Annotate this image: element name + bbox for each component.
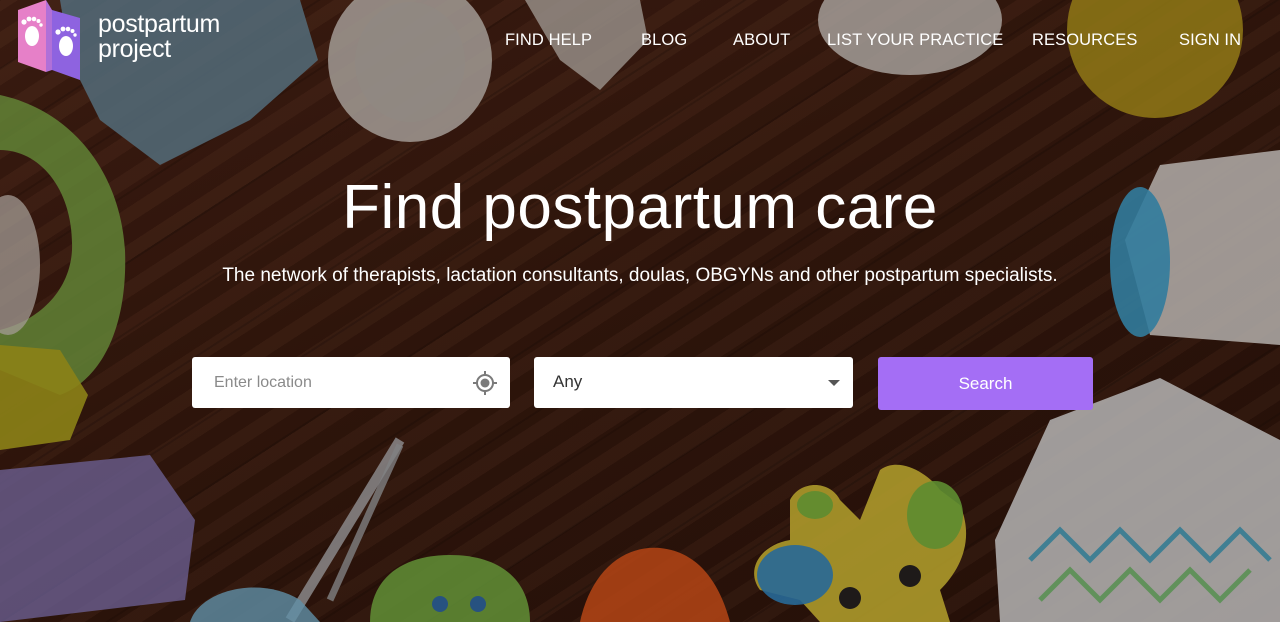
nav-find-help[interactable]: FIND HELP: [505, 31, 592, 50]
dark-overlay: [0, 0, 1280, 622]
nav-resources[interactable]: RESOURCES: [1032, 31, 1137, 50]
nav-blog[interactable]: BLOG: [641, 31, 687, 50]
specialty-selected-value: Any: [553, 372, 583, 391]
hero-subtitle: The network of therapists, lactation con…: [222, 265, 1058, 286]
chevron-down-icon: [828, 380, 840, 386]
search-button[interactable]: Search: [878, 357, 1093, 410]
nav-list-your-practice[interactable]: LIST YOUR PRACTICE: [827, 31, 1003, 50]
main-nav: FIND HELP BLOG ABOUT LIST YOUR PRACTICE …: [0, 31, 1280, 53]
gps-target-icon[interactable]: [472, 370, 498, 396]
specialty-select[interactable]: Any: [534, 357, 853, 408]
nav-sign-in[interactable]: SIGN IN: [1179, 31, 1241, 50]
hero-title: Find postpartum care: [342, 173, 938, 242]
nav-about[interactable]: ABOUT: [733, 31, 790, 50]
location-input[interactable]: [212, 371, 466, 395]
location-field[interactable]: [192, 357, 510, 408]
hero-background: [0, 0, 1280, 622]
